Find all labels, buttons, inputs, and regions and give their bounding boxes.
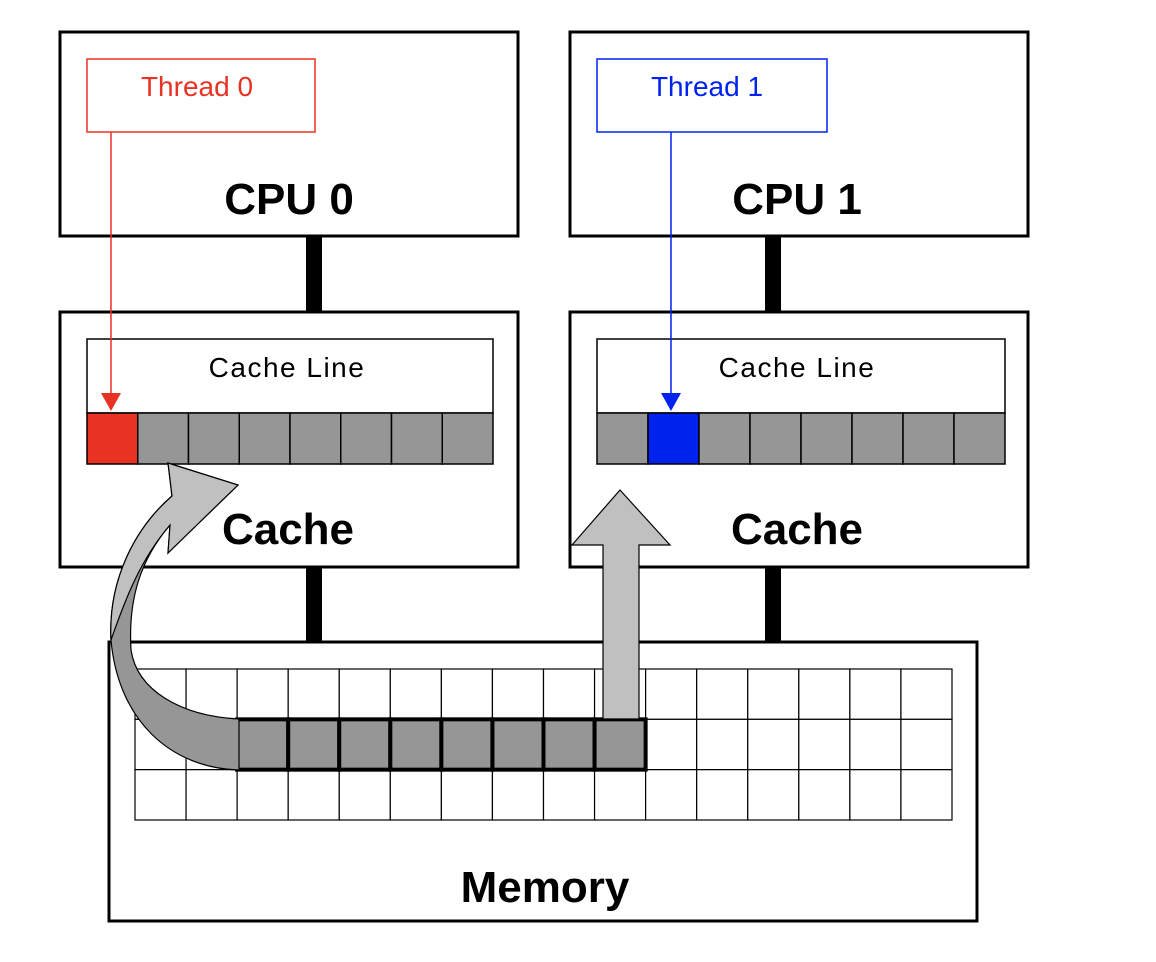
memory-cell	[645, 668, 698, 720]
memory-cell	[287, 668, 340, 720]
memory-grid	[134, 668, 953, 821]
memory-cell-cached	[286, 717, 342, 772]
cache0-label: Cache	[222, 505, 354, 554]
cache1-label: Cache	[731, 505, 863, 554]
memory-cell	[542, 769, 596, 821]
memory-cell	[747, 668, 800, 720]
cache-false-sharing-diagram: Thread 0 CPU 0 Thread 1 CPU 1 Cache Line…	[58, 30, 1030, 923]
cache-slot	[390, 412, 443, 465]
cpu1-label: CPU 1	[732, 175, 862, 224]
cache-slot	[800, 412, 853, 465]
cache0-line-slots	[86, 412, 494, 465]
cpu0-label: CPU 0	[224, 175, 354, 224]
memory-cell	[849, 718, 902, 771]
memory-cell	[542, 668, 596, 720]
memory-cell-cached	[235, 717, 291, 772]
cache-slot	[441, 412, 494, 465]
memory-cell	[900, 718, 953, 771]
memory-cell	[849, 769, 902, 821]
memory-cell	[645, 718, 698, 771]
cache-slot	[596, 412, 649, 465]
memory-cell	[900, 769, 953, 821]
memory-cell	[849, 668, 902, 720]
memory-cell	[185, 769, 238, 821]
memory-cell	[338, 668, 391, 720]
memory-cell	[491, 668, 545, 720]
cache-slot	[953, 412, 1006, 465]
memory-cell	[696, 718, 749, 771]
cpu0-box: Thread 0 CPU 0	[58, 30, 520, 238]
memory-label: Memory	[461, 863, 630, 912]
memory-cell	[593, 769, 647, 821]
cpu0-cache-bus	[306, 236, 322, 313]
memory-cell	[645, 769, 698, 821]
cpu1-cache-bus	[765, 236, 781, 313]
cache1-line-label: Cache Line	[719, 352, 876, 383]
cpu1-box: Thread 1 CPU 1	[568, 30, 1030, 238]
cache-slot	[340, 412, 393, 465]
cache0-line-label: Cache Line	[209, 352, 366, 383]
cache-slot-accessed	[86, 412, 139, 465]
cache-slot	[698, 412, 751, 465]
cache1-memory-bus	[765, 567, 781, 643]
memory-cell-cached	[439, 717, 495, 772]
cache-slot	[187, 412, 240, 465]
memory-cell-cached	[337, 717, 393, 772]
cache0-memory-bus	[306, 567, 322, 643]
memory-cell	[236, 769, 289, 821]
thread1-label: Thread 1	[651, 71, 763, 102]
memory-cell	[491, 769, 545, 821]
memory-cell	[440, 668, 494, 720]
memory-cell-cached	[592, 717, 648, 772]
memory-cell	[696, 769, 749, 821]
memory-cell-cached	[490, 717, 546, 772]
cache-slot-accessed	[647, 412, 700, 465]
memory-box: Memory	[107, 640, 979, 923]
memory-cell	[440, 769, 494, 821]
memory-cell	[338, 769, 391, 821]
memory-cell	[798, 769, 851, 821]
memory-cell	[389, 769, 442, 821]
cache1-line-slots	[596, 412, 1006, 465]
thread0-label: Thread 0	[141, 71, 253, 102]
memory-cell	[900, 668, 953, 720]
cache-slot	[902, 412, 955, 465]
memory-cell	[747, 769, 800, 821]
memory-cell	[798, 718, 851, 771]
memory-cell	[747, 718, 800, 771]
memory-cell	[236, 668, 289, 720]
cache0-box: Cache Line Cache	[58, 310, 520, 569]
memory-cell	[798, 668, 851, 720]
cache-slot	[238, 412, 291, 465]
memory-cell-cached	[541, 717, 597, 772]
memory-cell	[389, 668, 442, 720]
memory-cell-cached	[388, 717, 444, 772]
memory-cell	[287, 769, 340, 821]
cache-slot	[289, 412, 342, 465]
memory-cell	[134, 769, 187, 821]
cache-slot	[851, 412, 904, 465]
memory-cell	[696, 668, 749, 720]
cache-slot	[137, 412, 190, 465]
cache-slot	[749, 412, 802, 465]
